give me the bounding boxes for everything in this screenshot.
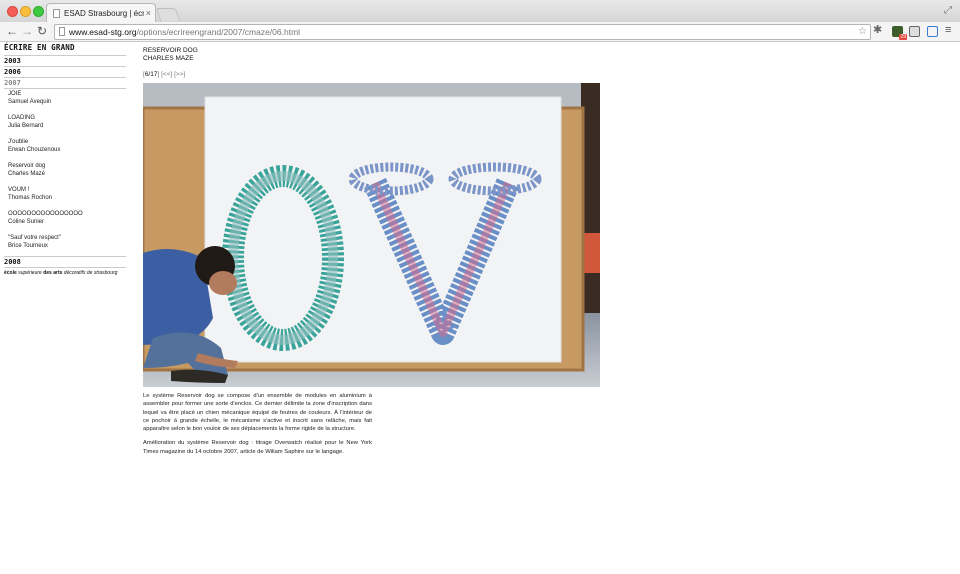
tab-title: ESAD Strasbourg | écrire e bbox=[64, 9, 144, 18]
browser-tab[interactable]: ESAD Strasbourg | écrire e × bbox=[46, 3, 156, 23]
extension-window-icon[interactable] bbox=[909, 26, 920, 37]
project-photo bbox=[143, 83, 600, 387]
project-header: RESERVOIR DOG CHARLES MAZE [6/17] [<<] [… bbox=[143, 47, 603, 78]
project-link[interactable]: VOUM ! Thomas Rochon bbox=[8, 186, 126, 202]
description-paragraph: Amélioration du système Reservoir dog : … bbox=[143, 440, 372, 455]
extension-puzzle-icon[interactable]: ✱ bbox=[873, 23, 882, 36]
browser-toolbar: ← → ↻ www.esad-stg.org/options/ecrireeng… bbox=[0, 22, 960, 42]
school-name[interactable]: école supérieure des arts décoratifs de … bbox=[4, 270, 126, 276]
back-arrow-icon[interactable]: ← bbox=[6, 23, 18, 40]
year-link-2008[interactable]: 2008 bbox=[4, 256, 126, 268]
year-link-2007[interactable]: 2007 bbox=[4, 78, 126, 89]
reload-icon[interactable]: ↻ bbox=[37, 23, 47, 40]
project-list: JOIE Samuel Avequin LOADING Julia Bernard … bbox=[4, 89, 126, 256]
close-window-button[interactable] bbox=[7, 6, 18, 17]
year-link-2006[interactable]: 2006 bbox=[4, 67, 126, 78]
fullscreen-icon[interactable]: ⤢ bbox=[944, 5, 952, 16]
extension-screen-icon[interactable] bbox=[927, 26, 938, 37]
project-description: Le système Reservoir dog se compose d'un… bbox=[143, 392, 372, 462]
project-author: CHARLES MAZE bbox=[143, 55, 194, 62]
project-link[interactable]: OOOOOOOOOOOOOOOO Coline Sunier bbox=[8, 210, 126, 226]
window-titlebar: ESAD Strasbourg | écrire e × ⤢ bbox=[0, 0, 960, 23]
project-link[interactable]: JOIE Samuel Avequin bbox=[8, 90, 126, 106]
page-icon bbox=[59, 27, 65, 36]
sidebar: ÉCRIRE EN GRAND 2003 2006 2007 JOIE Samue… bbox=[4, 43, 126, 276]
page-favicon-icon bbox=[53, 9, 60, 18]
project-link[interactable]: "Sauf votre respect" Brice Tourneux bbox=[8, 234, 126, 250]
minimize-window-button[interactable] bbox=[20, 6, 31, 17]
year-link-2003[interactable]: 2003 bbox=[4, 56, 126, 67]
project-title: RESERVOIR DOG bbox=[143, 47, 198, 54]
extension-calendar-icon[interactable]: 29 bbox=[892, 26, 907, 40]
description-paragraph: Le système Reservoir dog se compose d'un… bbox=[143, 393, 372, 433]
forward-arrow-icon[interactable]: → bbox=[21, 23, 33, 40]
address-bar[interactable]: www.esad-stg.org/options/ecrireengrand/2… bbox=[54, 24, 871, 40]
browser-menu-icon[interactable]: ≡ bbox=[945, 24, 951, 36]
page-count: 6/17 bbox=[144, 71, 158, 78]
site-logo[interactable]: ÉCRIRE EN GRAND bbox=[4, 43, 126, 56]
bookmark-star-icon[interactable]: ☆ bbox=[858, 25, 867, 39]
tab-close-icon[interactable]: × bbox=[146, 4, 151, 23]
previous-link[interactable]: [<<] bbox=[161, 71, 172, 78]
project-link[interactable]: LOADING Julia Bernard bbox=[8, 114, 126, 130]
pager: [6/17] [<<] [>>] bbox=[143, 71, 186, 78]
url-text: www.esad-stg.org/options/ecrireengrand/2… bbox=[69, 27, 301, 37]
project-link-active[interactable]: Reservoir dog Charles Mazé bbox=[8, 162, 126, 178]
project-link[interactable]: J'oublie Erwan Chouzenoux bbox=[8, 138, 126, 154]
new-tab-button[interactable] bbox=[155, 8, 181, 21]
next-link[interactable]: [>>] bbox=[174, 71, 185, 78]
maximize-window-button[interactable] bbox=[33, 6, 44, 17]
